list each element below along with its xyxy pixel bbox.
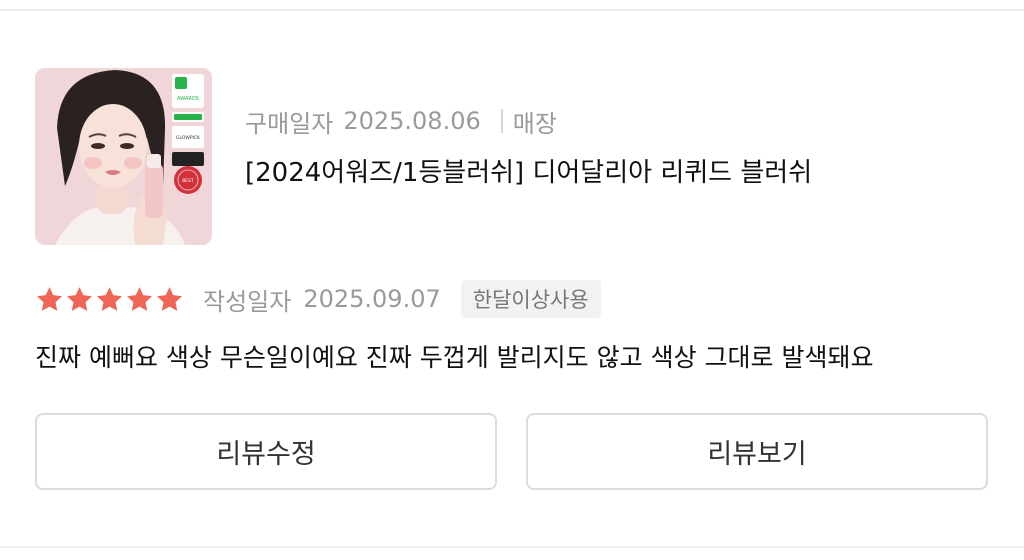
usage-period-badge: 한달이상사용 (460, 280, 601, 318)
star-icon (97, 286, 122, 311)
product-thumbnail[interactable]: AWARDS GLOWPICK BEST (35, 68, 212, 245)
written-date: 2025.09.07 (303, 285, 441, 313)
edit-review-button[interactable]: 리뷰수정 (35, 413, 497, 490)
review-card: AWARDS GLOWPICK BEST 구매일자 2025.08.06 매장 … (0, 0, 1024, 560)
meta-separator (500, 109, 503, 133)
purchase-meta: 구매일자 2025.08.06 매장 (245, 104, 557, 138)
rating-row: 작성일자 2025.09.07 한달이상사용 (35, 280, 601, 318)
written-date-label: 작성일자 (203, 287, 292, 316)
purchase-date: 2025.08.06 (343, 107, 481, 135)
review-text: 진짜 예뻐요 색상 무슨일이예요 진짜 두껍게 발리지도 않고 색상 그대로 발… (35, 343, 874, 372)
top-divider (0, 9, 1024, 11)
star-icon (67, 286, 92, 311)
star-icon (157, 286, 182, 311)
store-label: 매장 (512, 109, 557, 138)
star-icon (127, 286, 152, 311)
star-rating (35, 285, 185, 314)
product-photo: AWARDS GLOWPICK BEST (35, 68, 212, 245)
badge-best-text: BEST (182, 178, 194, 184)
badge-awards-text: AWARDS (177, 96, 199, 102)
star-icon (37, 286, 62, 311)
view-review-button[interactable]: 리뷰보기 (526, 413, 988, 490)
bottom-divider (0, 546, 1024, 548)
purchase-date-label: 구매일자 (245, 109, 334, 138)
product-name[interactable]: [2024어워즈/1등블러쉬] 디어달리아 리퀴드 블러쉬 (245, 152, 812, 189)
badge-glowpick-text: GLOWPICK (176, 135, 201, 141)
